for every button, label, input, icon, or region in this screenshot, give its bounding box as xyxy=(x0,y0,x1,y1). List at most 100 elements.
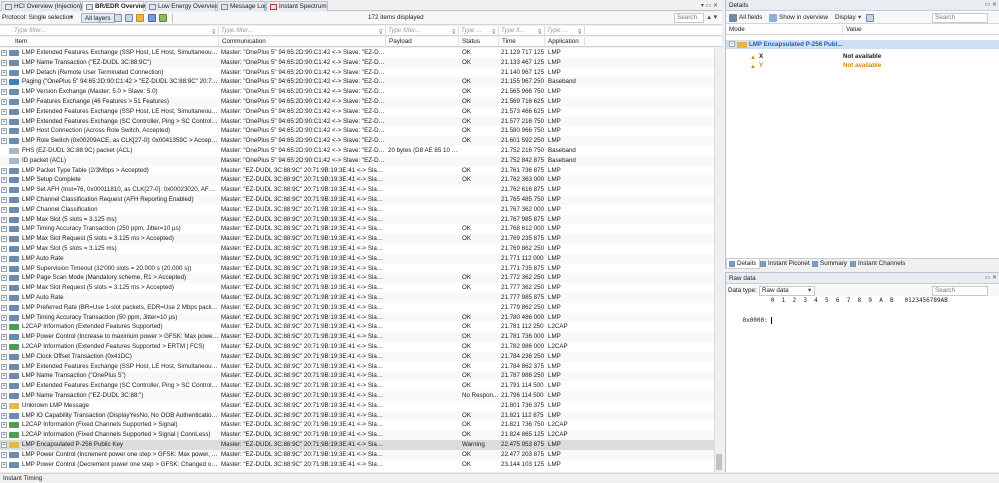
expand-icon[interactable]: + xyxy=(1,138,7,145)
tab-instant-piconet[interactable]: Instant Piconet xyxy=(758,259,813,269)
table-row[interactable]: + LMP Channel Classification Master: "EZ-D… xyxy=(0,205,722,215)
chevron-down-icon[interactable]: ▾ xyxy=(70,14,73,21)
expand-icon[interactable]: + xyxy=(1,344,7,350)
expand-icon[interactable] xyxy=(114,14,122,22)
filter-icon[interactable]: ⊽ xyxy=(578,28,582,36)
filter-icon[interactable]: ⊽ xyxy=(452,28,456,36)
search-nav-icon[interactable]: ▲▼ xyxy=(706,14,718,21)
column-header-status[interactable]: Status xyxy=(459,37,499,47)
table-row[interactable]: + LMP Clock Offset Transaction (0x41DC) Ma… xyxy=(0,351,722,362)
table-row[interactable]: + LMP Timing Accuracy Transaction (50 ppm… xyxy=(0,312,722,323)
table-row[interactable]: + L2CAP Information (Fixed Channels Suppo… xyxy=(0,420,722,430)
copy-icon[interactable] xyxy=(866,14,874,22)
expand-icon[interactable]: + xyxy=(1,59,7,66)
table-row[interactable]: + LMP Encapsulated P-256 Public Key Master… xyxy=(0,440,722,450)
expand-icon[interactable]: + xyxy=(1,177,7,184)
table-row[interactable]: + LMP Preferred Rate (BR=Use 1-slot packe… xyxy=(0,303,722,313)
table-row[interactable]: + LMP Host Connection (Across Role Switch… xyxy=(0,126,722,136)
expand-icon[interactable]: + xyxy=(1,363,7,370)
expand-icon[interactable]: + xyxy=(1,255,7,262)
table-row[interactable]: + LMP Features Exchange (46 Features > 51… xyxy=(0,97,722,107)
column-header-payload[interactable]: Payload xyxy=(386,37,459,47)
bookmark-icon[interactable] xyxy=(136,14,144,22)
expand-icon[interactable]: + xyxy=(1,334,7,341)
expand-icon[interactable]: + xyxy=(1,422,7,429)
expand-icon[interactable]: + xyxy=(1,50,7,56)
expand-icon[interactable]: + xyxy=(1,265,7,272)
expand-icon[interactable]: + xyxy=(1,69,7,76)
expand-icon[interactable]: + xyxy=(1,187,7,194)
table-row[interactable]: + LMP Max Slot (5 slots = 3.125 ms) Master… xyxy=(0,244,722,254)
expand-icon[interactable]: + xyxy=(1,206,7,213)
filter-icon[interactable] xyxy=(148,14,156,22)
tab-summary[interactable]: Summary xyxy=(810,259,850,269)
expand-icon[interactable]: + xyxy=(1,246,7,252)
all-fields-button[interactable]: All fields xyxy=(739,14,762,21)
expand-icon[interactable]: + xyxy=(1,402,7,409)
table-row[interactable]: + LMP Page Scan Mode (Mandatory scheme, R… xyxy=(0,273,722,284)
table-row[interactable]: + LMP Max Slot (5 slots = 3.125 ms) Master… xyxy=(0,214,722,225)
data-type-select[interactable]: Raw data xyxy=(759,286,815,296)
table-row[interactable]: + LMP Auto Rate Master: "EZ-DUDL 3C:88:9C"… xyxy=(0,253,722,264)
table-row[interactable]: + LMP Packet Type Table (2/3Mbps > Accept… xyxy=(0,166,722,176)
communication-filter-input[interactable]: Type filter... ⊽ xyxy=(219,26,386,36)
expand-icon[interactable]: + xyxy=(1,79,7,86)
tab-instant-spectrum[interactable]: Instant Spectrum xyxy=(266,1,328,11)
time-filter-input[interactable]: Type fi... ⊽ xyxy=(499,26,545,36)
details-field-x[interactable]: ▲ X Not available xyxy=(726,52,999,61)
table-row[interactable]: + Paging ("OnePlus 5" 94:65:2D:90:C1:42 >… xyxy=(0,77,722,88)
hex-data-line[interactable]: 0x0000: xyxy=(726,306,999,324)
table-row[interactable]: + LMP Name Transaction ("EZ-DUDL 3C:88:9C… xyxy=(0,57,722,68)
table-row[interactable]: + L2CAP Information (Extended Features Su… xyxy=(0,342,722,352)
all-layers-button[interactable]: All layers xyxy=(81,13,115,23)
column-header-application[interactable]: Application xyxy=(545,37,585,47)
expand-icon[interactable]: + xyxy=(1,412,7,419)
column-header-time[interactable]: Time xyxy=(499,37,545,47)
expand-icon[interactable]: + xyxy=(1,393,7,399)
display-dropdown[interactable]: Display xyxy=(835,14,856,21)
scrollbar-thumb[interactable] xyxy=(716,454,722,470)
table-row[interactable]: + LMP Set AFH (Inst=76, 0x00011810, as CL… xyxy=(0,185,722,195)
table-scrollbar[interactable] xyxy=(714,48,722,472)
expand-icon[interactable]: + xyxy=(1,295,7,301)
expand-icon[interactable]: + xyxy=(1,451,7,458)
table-row[interactable]: + LMP Power Control (Increase to maximum … xyxy=(0,332,722,342)
window-controls[interactable]: ▾ ▭ ✕ xyxy=(701,2,721,10)
export-icon[interactable] xyxy=(159,14,167,22)
details-field-y[interactable]: ▲ Y Not available xyxy=(726,61,999,70)
column-header-item[interactable]: Item xyxy=(12,37,219,47)
table-row[interactable]: + L2CAP Information (Fixed Channels Suppo… xyxy=(0,430,722,440)
table-row[interactable]: + LMP Channel Classification Request (AFH… xyxy=(0,195,722,205)
filter-icon[interactable]: ⊽ xyxy=(492,28,496,36)
table-row[interactable]: + LMP Name Transaction ("EZ-DUDL 3C:88:")… xyxy=(0,391,722,401)
expand-icon[interactable]: + xyxy=(1,108,7,115)
table-row[interactable]: + LMP Max Slot Request (5 slots = 3.125 m… xyxy=(0,234,722,244)
table-row[interactable]: ID packet (ACL) Master: "OnePlus 5" 94:65… xyxy=(0,155,722,166)
details-search-input[interactable]: Search xyxy=(932,13,988,23)
table-row[interactable]: + LMP Max Slot Request (5 slots = 3.125 m… xyxy=(0,283,722,293)
panel-window-controls[interactable]: ▭ ✕ xyxy=(985,0,997,11)
table-row[interactable]: + LMP Extended Features Exchange (SC Cont… xyxy=(0,116,722,127)
filter-icon[interactable]: ⊽ xyxy=(538,28,542,36)
tab-message-log[interactable]: Message Log xyxy=(217,1,268,11)
expand-icon[interactable]: + xyxy=(1,442,7,448)
raw-search-input[interactable]: Search xyxy=(932,286,988,296)
table-row[interactable]: + Unknown LMP Message Master: "EZ-DUDL 3C:… xyxy=(0,401,722,411)
table-row[interactable]: + LMP IO Capability Transaction (DisplayY… xyxy=(0,410,722,421)
tab-instant-channels[interactable]: Instant Channels xyxy=(848,259,908,269)
expand-icon[interactable]: + xyxy=(1,167,7,174)
expand-icon[interactable]: + xyxy=(1,99,7,105)
expand-icon[interactable]: + xyxy=(1,197,7,203)
expand-icon[interactable]: + xyxy=(1,216,7,223)
table-row[interactable]: + LMP Extended Features Exchange (SSP Hos… xyxy=(0,362,722,372)
expand-icon[interactable]: + xyxy=(1,432,7,439)
collapse-icon[interactable] xyxy=(125,14,133,22)
expand-icon[interactable]: + xyxy=(1,236,7,243)
expand-icon[interactable]: + xyxy=(1,89,7,96)
table-row[interactable]: + LMP Auto Rate Master: "EZ-DUDL 3C:88:9C"… xyxy=(0,293,722,303)
expand-icon[interactable]: + xyxy=(1,304,7,311)
collapse-icon[interactable]: − xyxy=(729,41,735,47)
status-filter-input[interactable]: Type ... ⊽ xyxy=(459,26,499,36)
table-row[interactable]: + LMP Timing Accuracy Transaction (250 pp… xyxy=(0,224,722,234)
expand-icon[interactable]: + xyxy=(1,461,7,468)
